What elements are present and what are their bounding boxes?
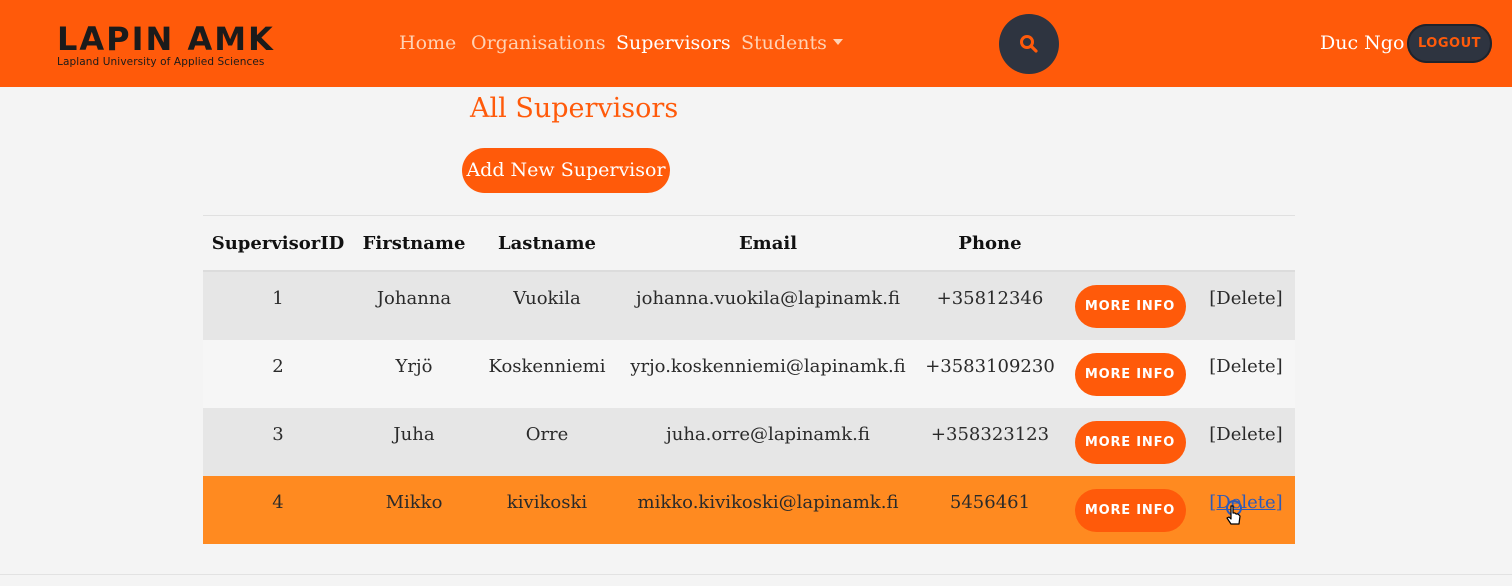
header-lastname: Lastname: [475, 215, 619, 272]
cell-lastname-text: Orre: [525, 424, 569, 445]
cell-lastname: kivikoski: [475, 476, 619, 544]
hand-pointer-cursor-icon: [1226, 500, 1242, 525]
cell-more-info: MORE INFO: [1063, 408, 1197, 476]
cell-lastname-text: Koskenniemi: [488, 356, 606, 377]
cell-phone-text: +35812346: [936, 288, 1044, 309]
cell-email: yrjo.koskenniemi@lapinamk.fi: [619, 340, 917, 408]
logo-title: LAPIN AMK: [57, 20, 275, 58]
logout-button[interactable]: LOGOUT: [1407, 24, 1492, 63]
cell-lastname: Koskenniemi: [475, 340, 619, 408]
cell-firstname: Yrjö: [353, 340, 475, 408]
nav-supervisors[interactable]: Supervisors: [616, 31, 731, 55]
cell-more-info: MORE INFO: [1063, 271, 1197, 340]
cell-delete: [Delete]: [1197, 271, 1295, 340]
logo-subtitle: Lapland University of Applied Sciences: [57, 56, 265, 68]
cell-more-info: MORE INFO: [1063, 476, 1197, 544]
header-phone: Phone: [917, 215, 1063, 272]
cell-phone: +35812346: [917, 271, 1063, 340]
table-row: 3 Juha Orre juha.orre@lapinamk.fi +35832…: [203, 408, 1295, 476]
cell-id-text: 2: [272, 356, 284, 377]
lapin-amk-logo[interactable]: LAPIN AMK Lapland University of Applied …: [57, 22, 275, 68]
cell-phone-text: +3583109230: [925, 356, 1055, 377]
cell-phone: 5456461: [917, 476, 1063, 544]
cell-email-text: yrjo.koskenniemi@lapinamk.fi: [630, 356, 906, 377]
cell-email: juha.orre@lapinamk.fi: [619, 408, 917, 476]
cell-firstname: Mikko: [353, 476, 475, 544]
more-info-button[interactable]: MORE INFO: [1074, 285, 1186, 328]
cell-email: johanna.vuokila@lapinamk.fi: [619, 271, 917, 340]
more-info-button[interactable]: MORE INFO: [1074, 353, 1186, 396]
page-title: All Supervisors: [470, 93, 679, 124]
nav-students-dropdown[interactable]: Students: [741, 31, 843, 55]
cell-phone: +358323123: [917, 408, 1063, 476]
cell-id: 4: [203, 476, 353, 544]
table-row: 4 Mikko kivikoski mikko.kivikoski@lapina…: [203, 476, 1295, 544]
cell-firstname-text: Johanna: [376, 288, 452, 309]
cell-lastname-text: Vuokila: [513, 288, 581, 309]
table-row: 2 Yrjö Koskenniemi yrjo.koskenniemi@lapi…: [203, 340, 1295, 408]
cell-firstname: Juha: [353, 408, 475, 476]
delete-link[interactable]: [Delete]: [1209, 356, 1282, 377]
cell-firstname-text: Juha: [393, 424, 435, 445]
cell-email-text: mikko.kivikoski@lapinamk.fi: [637, 492, 899, 513]
cell-more-info: MORE INFO: [1063, 340, 1197, 408]
table-row: 1 Johanna Vuokila johanna.vuokila@lapina…: [203, 271, 1295, 340]
delete-link[interactable]: [Delete]: [1209, 288, 1282, 309]
cell-delete: [Delete]: [1197, 476, 1295, 544]
delete-link[interactable]: [Delete]: [1209, 424, 1282, 445]
supervisors-table: SupervisorID Firstname Lastname Email Ph…: [203, 215, 1295, 544]
search-button[interactable]: [999, 14, 1059, 74]
more-info-button[interactable]: MORE INFO: [1074, 421, 1186, 464]
cell-email-text: johanna.vuokila@lapinamk.fi: [636, 288, 900, 309]
cell-firstname: Johanna: [353, 271, 475, 340]
cell-id: 2: [203, 340, 353, 408]
cell-phone-text: +358323123: [930, 424, 1050, 445]
cell-id: 1: [203, 271, 353, 340]
cell-firstname-text: Mikko: [385, 492, 443, 513]
username-label: Duc Ngo: [1320, 32, 1405, 54]
delete-link[interactable]: [Delete]: [1209, 492, 1282, 513]
top-navbar: LAPIN AMK Lapland University of Applied …: [0, 0, 1512, 87]
more-info-button[interactable]: MORE INFO: [1074, 489, 1186, 532]
footer-divider: [0, 574, 1512, 575]
table-header-row: SupervisorID Firstname Lastname Email Ph…: [203, 215, 1295, 272]
cell-phone: +3583109230: [917, 340, 1063, 408]
header-delete: [1197, 215, 1295, 272]
nav-organisations[interactable]: Organisations: [471, 31, 606, 55]
header-email: Email: [619, 215, 917, 272]
cell-email: mikko.kivikoski@lapinamk.fi: [619, 476, 917, 544]
cell-id-text: 1: [272, 288, 284, 309]
add-new-supervisor-button[interactable]: Add New Supervisor: [462, 148, 670, 193]
cell-lastname: Orre: [475, 408, 619, 476]
cell-id-text: 4: [272, 492, 284, 513]
cell-firstname-text: Yrjö: [395, 356, 433, 377]
nav-students-label: Students: [741, 32, 827, 54]
cell-id-text: 3: [272, 424, 284, 445]
header-firstname: Firstname: [353, 215, 475, 272]
cell-email-text: juha.orre@lapinamk.fi: [666, 424, 870, 445]
nav-home[interactable]: Home: [399, 31, 456, 55]
cell-delete: [Delete]: [1197, 408, 1295, 476]
cell-delete: [Delete]: [1197, 340, 1295, 408]
header-supervisor-id: SupervisorID: [203, 215, 353, 272]
chevron-down-icon: [832, 39, 843, 45]
header-actions: [1063, 215, 1197, 272]
cell-id: 3: [203, 408, 353, 476]
cell-lastname: Vuokila: [475, 271, 619, 340]
cell-lastname-text: kivikoski: [506, 492, 588, 513]
search-icon: [1020, 35, 1038, 53]
cell-phone-text: 5456461: [949, 492, 1031, 513]
